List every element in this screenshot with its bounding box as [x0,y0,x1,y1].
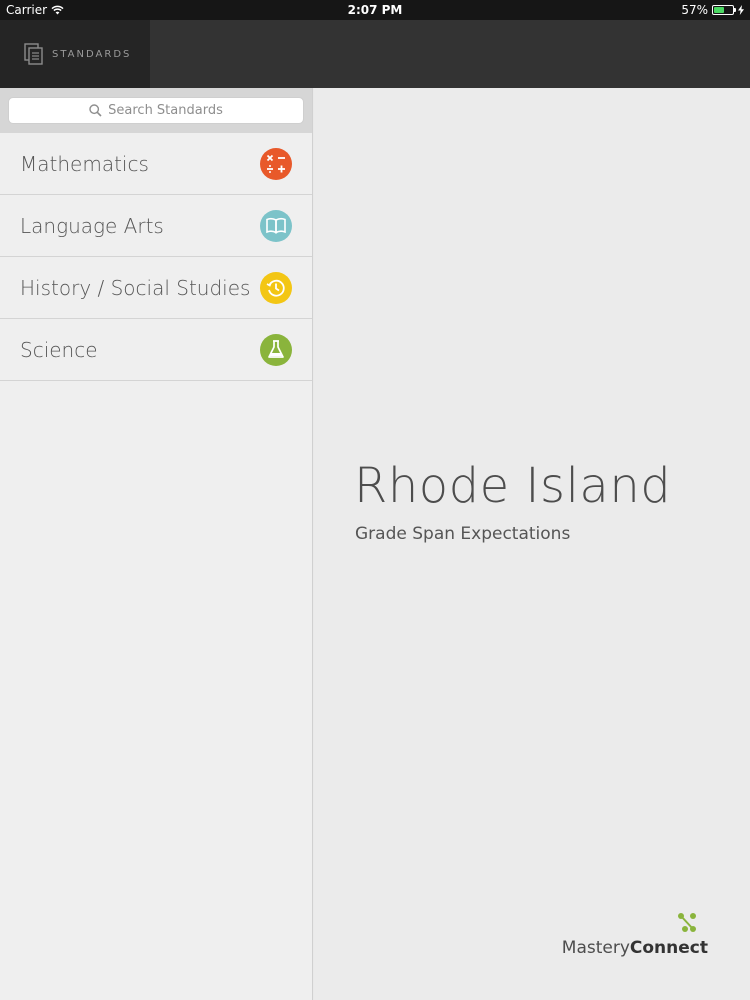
search-placeholder: Search Standards [108,103,223,118]
brand-logo: MasteryConnect [562,913,708,958]
subject-label: Language Arts [20,213,164,238]
tab-standards-label: STANDARDS [52,48,132,60]
battery-icon [712,5,736,15]
subject-science[interactable]: Science [0,319,312,381]
history-clock-icon [260,271,292,304]
main-content: Rhode Island Grade Span Expectations Mas… [314,88,750,1000]
status-right: 57% [681,3,744,17]
page-title: Rhode Island [354,458,672,514]
documents-icon [24,43,43,65]
brand-wordmark-light: Mastery [561,938,630,958]
subject-history-social-studies[interactable]: History / Social Studies [0,257,312,319]
subject-language-arts[interactable]: Language Arts [0,195,312,257]
subject-label: Mathematics [20,151,149,176]
tab-standards[interactable]: STANDARDS [0,20,150,88]
charging-bolt-icon [738,5,744,15]
brand-wordmark-bold: Connect [629,938,708,958]
search-input[interactable]: Search Standards [8,97,304,124]
flask-icon [260,333,292,366]
search-icon [89,104,102,117]
status-time: 2:07 PM [347,3,403,17]
status-bar: Carrier 2:07 PM 57% [0,0,750,20]
search-bar: Search Standards [0,88,312,133]
brand-wordmark: MasteryConnect [562,938,708,958]
top-nav: STANDARDS [0,20,750,88]
subject-mathematics[interactable]: Mathematics [0,133,312,195]
battery-fill [714,7,725,13]
sidebar: Search Standards Mathematics Language Ar… [0,88,313,1000]
open-book-icon [260,209,292,242]
mastery-connect-logo-icon [678,913,696,932]
page-subtitle: Grade Span Expectations [355,524,571,544]
battery-percent: 57% [681,3,708,17]
subject-label: History / Social Studies [20,275,251,300]
subject-label: Science [20,337,98,362]
math-operators-icon [260,147,292,180]
